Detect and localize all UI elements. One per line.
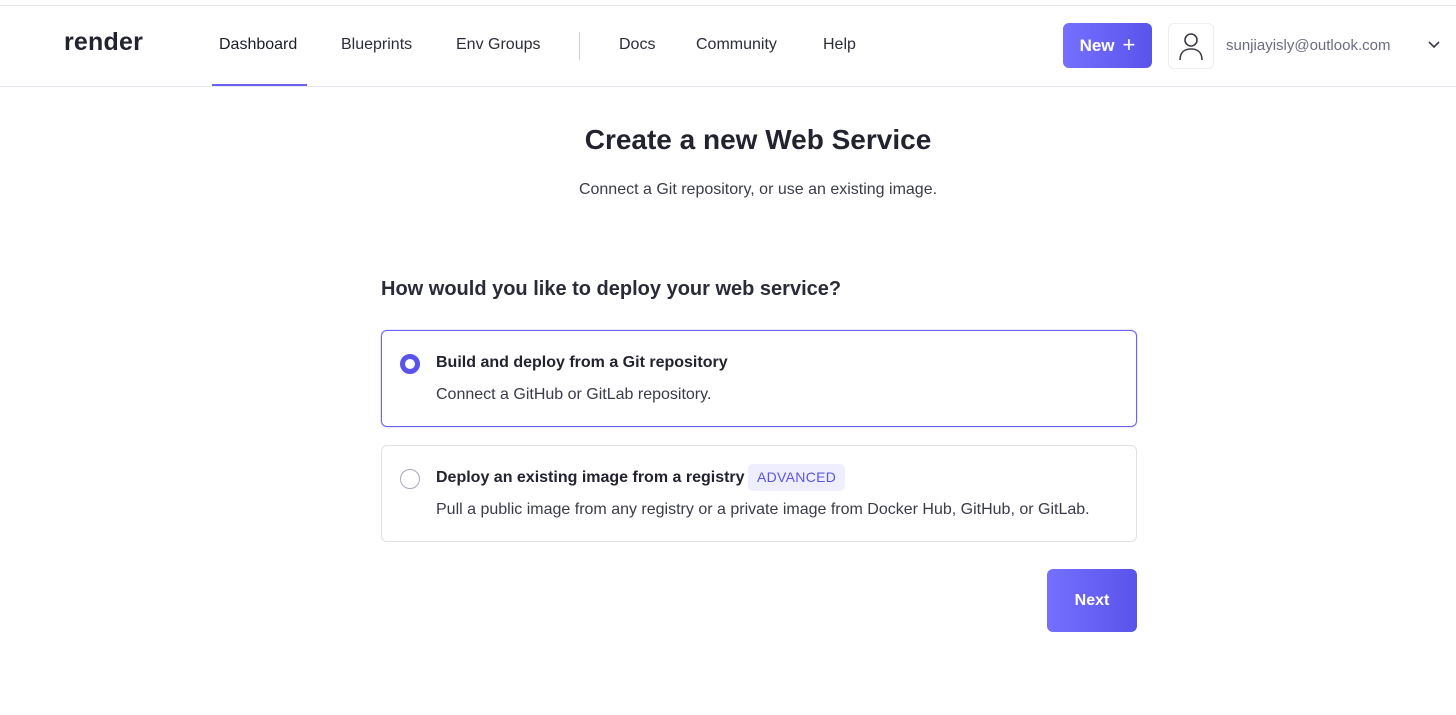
option-git-repository[interactable]: Build and deploy from a Git repository C…	[381, 330, 1137, 427]
option-description: Connect a GitHub or GitLab repository.	[436, 386, 712, 403]
deploy-question: How would you like to deploy your web se…	[381, 278, 842, 300]
user-avatar[interactable]	[1168, 23, 1214, 69]
user-icon	[1179, 33, 1203, 61]
new-button-label: New	[1079, 35, 1115, 55]
title-strong: Web Service	[765, 124, 932, 155]
nav-active-indicator	[212, 84, 307, 86]
advanced-badge: ADVANCED	[748, 464, 846, 491]
plus-icon: +	[1122, 31, 1136, 57]
chevron-down-icon[interactable]	[1426, 39, 1442, 51]
title-prefix: Create a new	[584, 124, 758, 155]
radio-git-repository[interactable]	[400, 354, 420, 374]
option-description: Pull a public image from any registry or…	[436, 501, 1090, 518]
radio-existing-image[interactable]	[400, 469, 420, 489]
nav-docs[interactable]: Docs	[619, 36, 655, 54]
nav-dashboard[interactable]: Dashboard	[219, 36, 297, 54]
top-navbar: render Dashboard Blueprints Env Groups D…	[0, 6, 1456, 87]
nav-divider	[579, 32, 580, 60]
option-existing-image[interactable]: Deploy an existing image from a registry…	[381, 445, 1137, 542]
next-button[interactable]: Next	[1047, 569, 1137, 632]
page-title: Create a new Web Service	[0, 124, 1456, 156]
option-title: Deploy an existing image from a registry	[436, 469, 745, 486]
page-subtitle: Connect a Git repository, or use an exis…	[578, 181, 938, 198]
option-title: Build and deploy from a Git repository	[436, 354, 728, 371]
nav-env-groups[interactable]: Env Groups	[456, 36, 540, 54]
user-email[interactable]: sunjiayisly@outlook.com	[1226, 37, 1390, 54]
new-button[interactable]: New +	[1063, 23, 1152, 68]
render-logo[interactable]: render	[64, 28, 143, 57]
nav-blueprints[interactable]: Blueprints	[341, 36, 412, 54]
nav-help[interactable]: Help	[823, 36, 856, 54]
nav-community[interactable]: Community	[696, 36, 777, 54]
